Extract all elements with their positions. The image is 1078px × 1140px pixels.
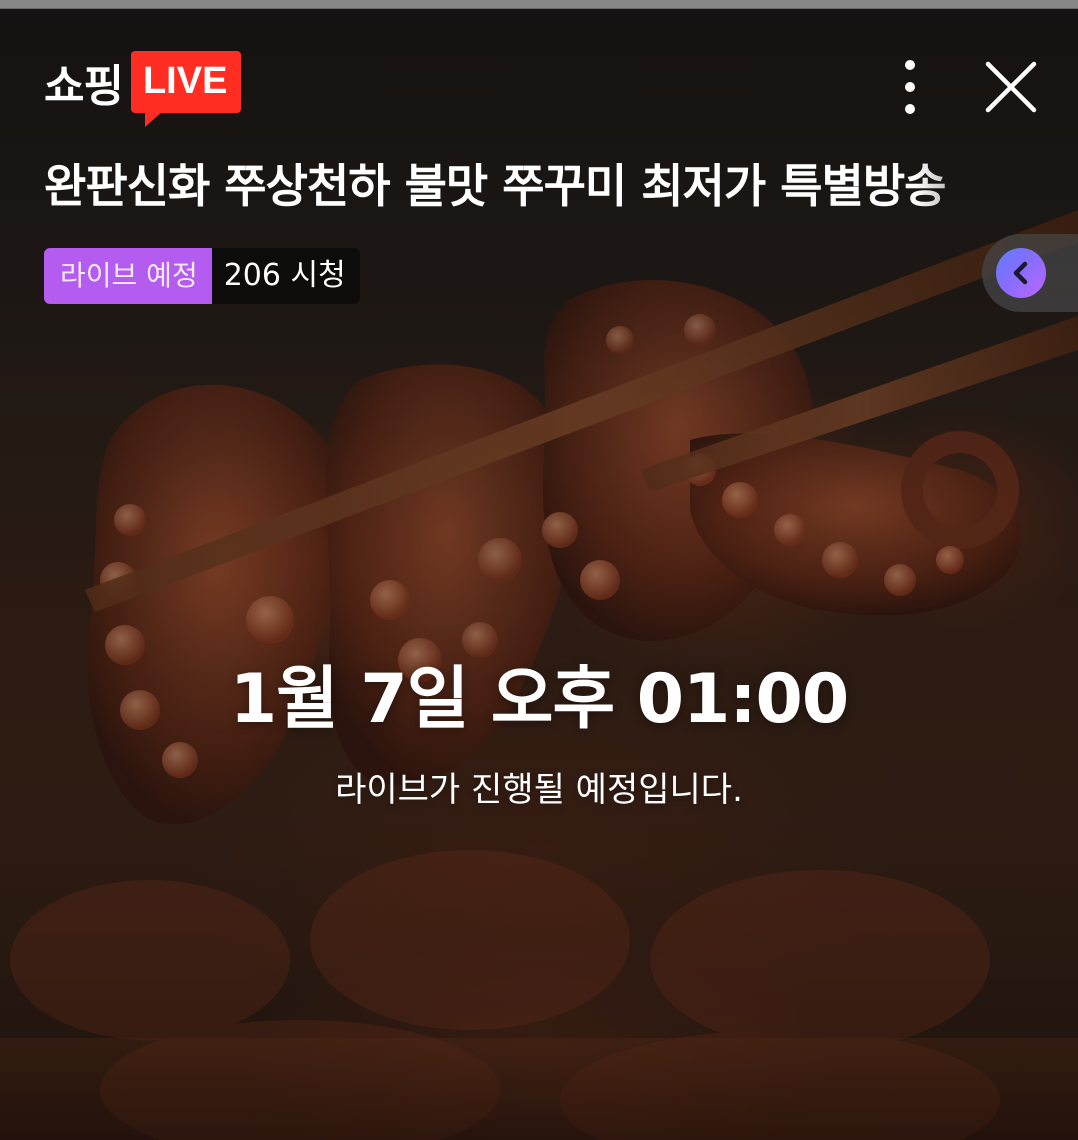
broadcast-status-row: 라이브 예정 206 시청 [44,248,360,304]
chevron-left-icon [1013,261,1028,285]
side-panel-toggle-circle [996,248,1046,298]
more-vertical-icon-dot [905,82,915,92]
live-scheduled-badge: 라이브 예정 [44,248,212,304]
more-vertical-icon [905,60,915,70]
side-panel-toggle[interactable] [982,234,1078,312]
more-options-button[interactable] [890,56,932,118]
scheduled-time: 1월 7일 오후 01:00 [229,660,849,739]
close-icon [985,61,1037,113]
live-badge-tail [144,111,163,127]
brand-text: 쇼핑 [44,61,124,112]
viewer-count: 206 시청 [211,248,360,304]
close-button[interactable] [982,58,1040,116]
live-badge-label: LIVE [142,60,228,102]
live-badge: LIVE [130,51,242,127]
live-preview-screen: 쇼핑 LIVE 완판신화 쭈상천하 불맛 쭈꾸미 최저가 특별방송 라이브 예정… [0,0,1078,1140]
broadcast-title: 완판신화 쭈상천하 불맛 쭈꾸미 최저가 특별방송 [44,159,946,213]
schedule-info: 1월 7일 오후 01:00 라이브가 진행될 예정입니다. [0,660,1078,812]
shopping-live-logo: 쇼핑 LIVE [44,50,242,127]
schedule-message: 라이브가 진행될 예정입니다. [335,770,743,810]
more-vertical-icon-dot [905,104,915,114]
